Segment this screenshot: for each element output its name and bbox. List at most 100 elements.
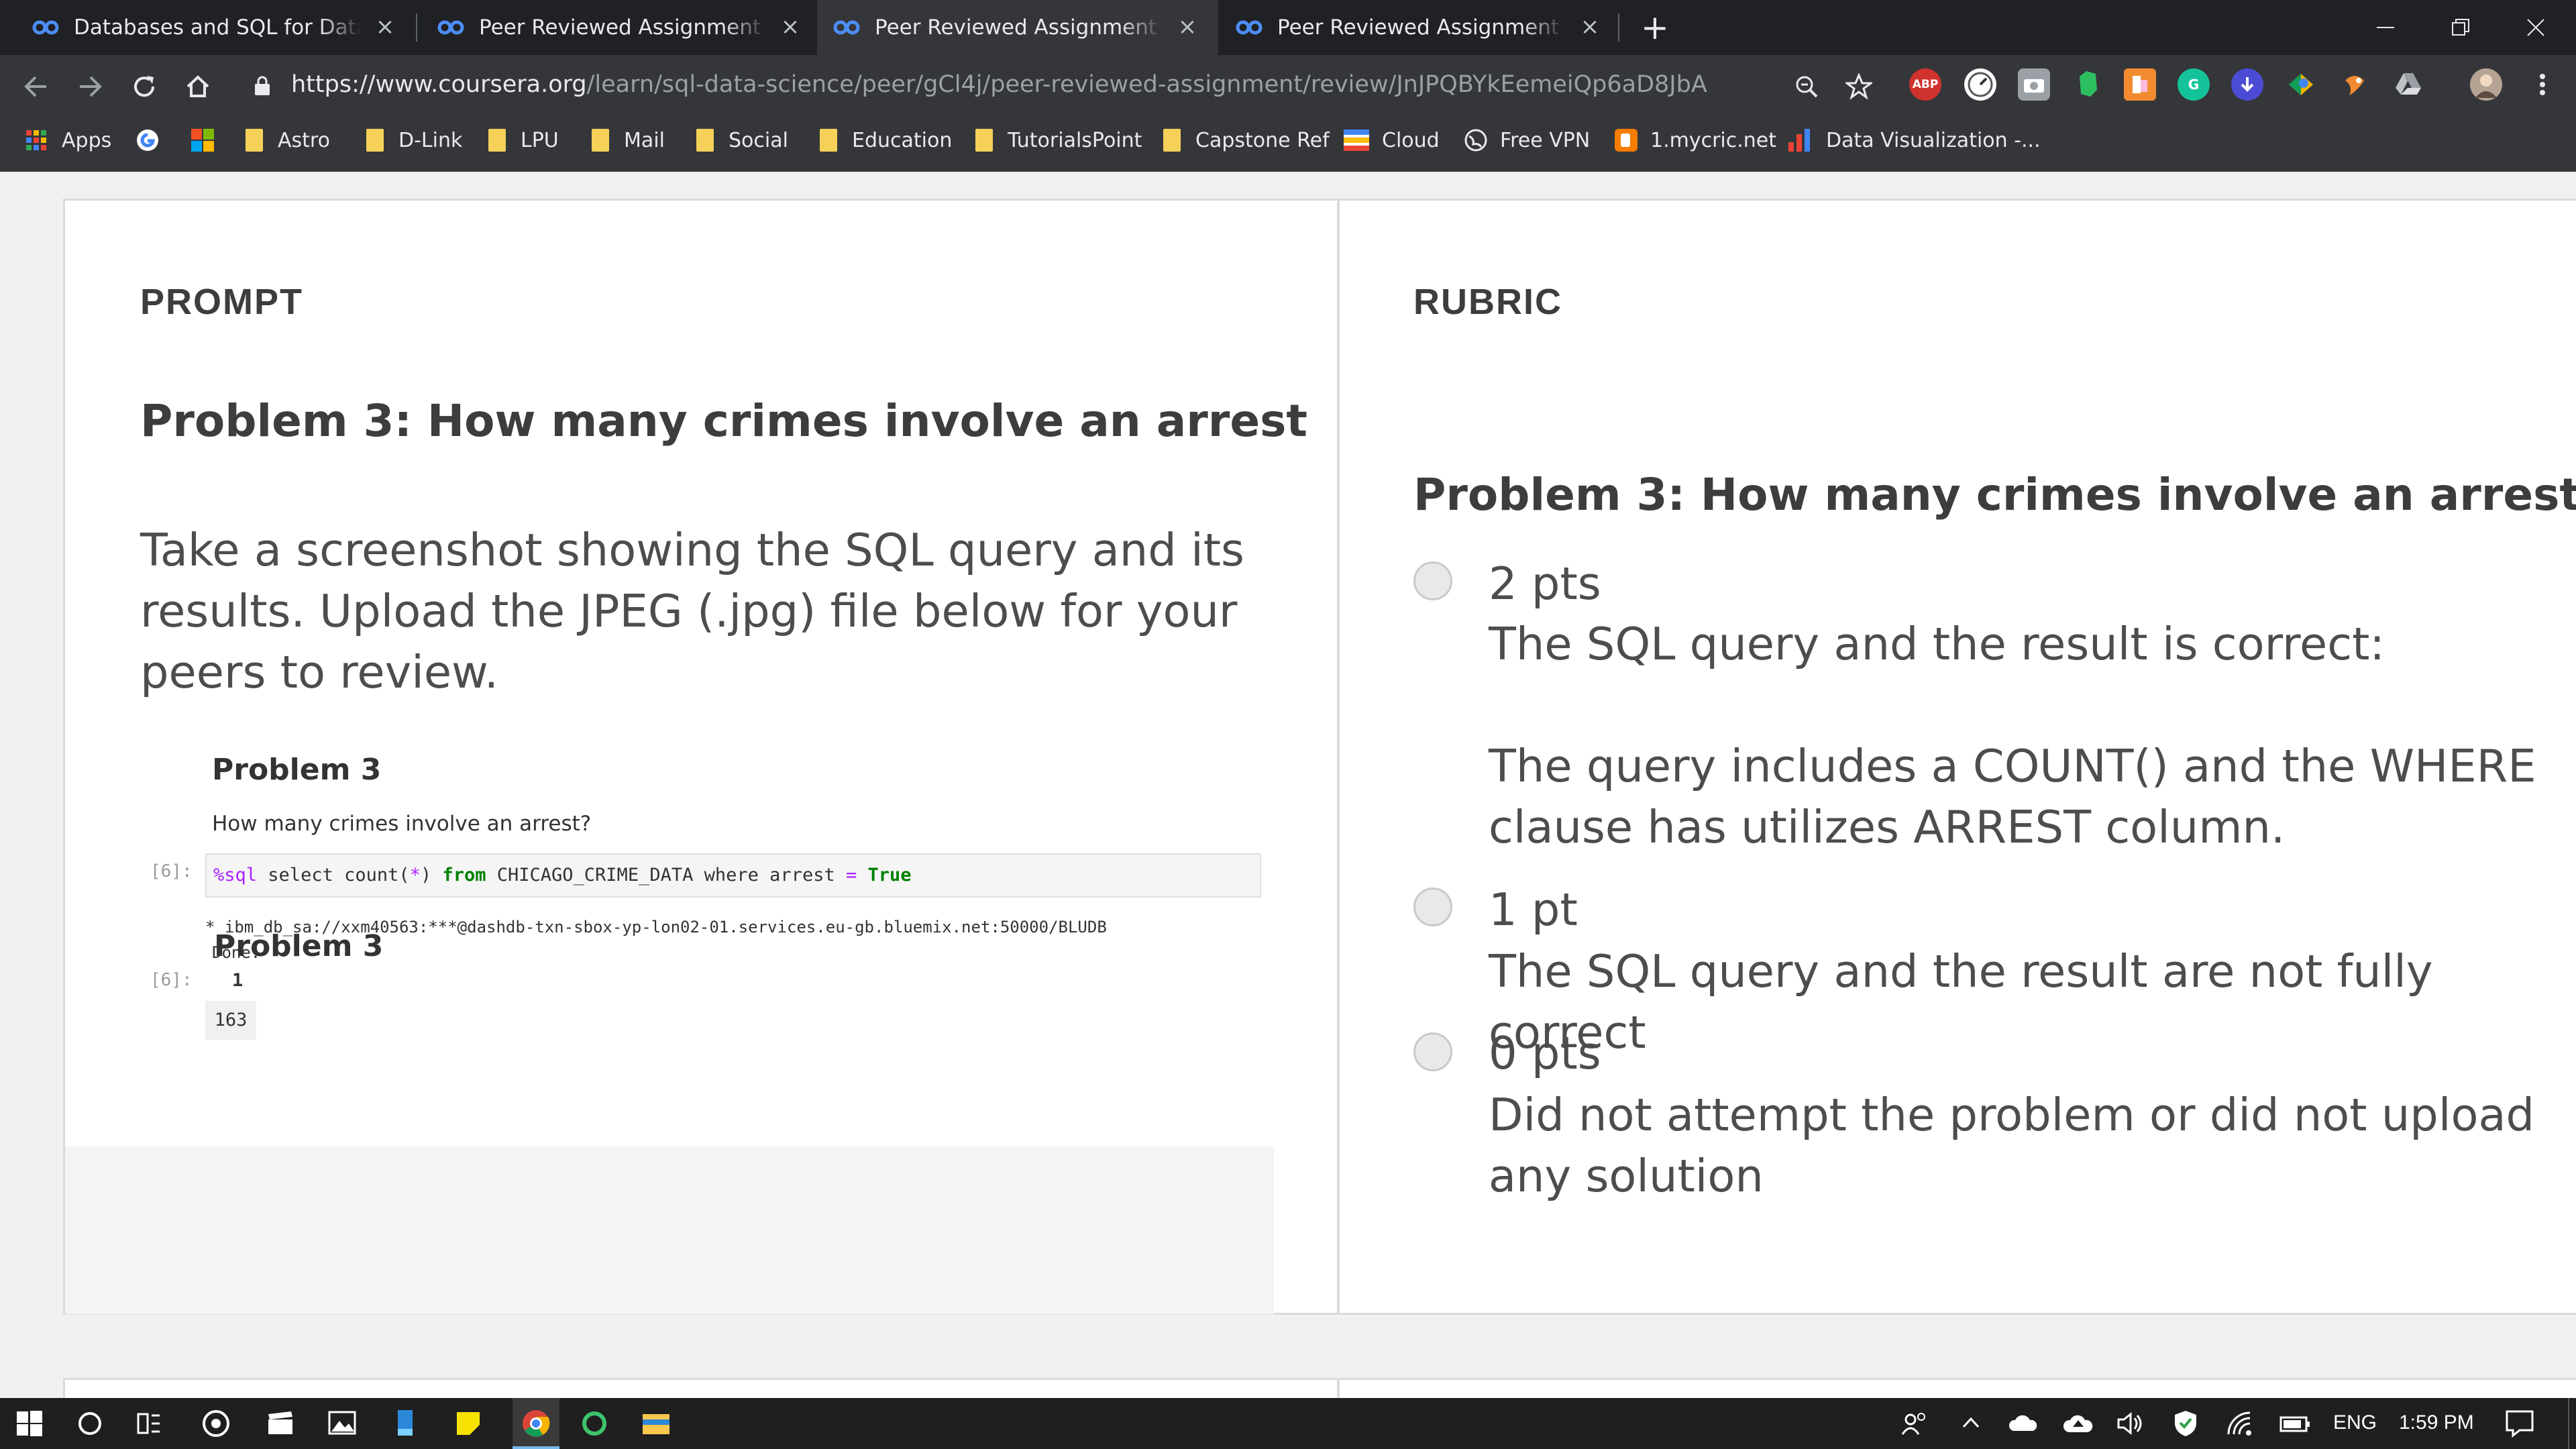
show-desktop-divider[interactable]: [2568, 1398, 2569, 1449]
close-tab-icon[interactable]: ×: [1175, 15, 1199, 39]
chrome-icon: [523, 1410, 550, 1437]
action-center-button[interactable]: [2502, 1406, 2537, 1441]
bookmark-folder-astro[interactable]: Astro: [246, 118, 330, 162]
wifi-icon: [2227, 1411, 2251, 1436]
apps-grid-icon: [26, 130, 46, 150]
bookmark-star-button[interactable]: [1841, 68, 1877, 105]
speed-dial-icon[interactable]: [1964, 68, 1996, 101]
start-button[interactable]: [12, 1406, 47, 1441]
rubric-card: RUBRIC Problem 3: How many crimes involv…: [1338, 199, 2576, 1315]
grammarly-icon[interactable]: G: [2178, 68, 2210, 101]
cloud-upload-button[interactable]: [2061, 1406, 2096, 1441]
battery-icon: [2279, 1416, 2310, 1432]
bar-chart-icon: [1788, 129, 1810, 152]
reload-button[interactable]: [126, 68, 162, 105]
home-button[interactable]: [180, 68, 216, 105]
bookmark-folder-lpu[interactable]: LPU: [488, 118, 559, 162]
folder-explorer-icon: [643, 1414, 669, 1434]
taskbar-app-document[interactable]: [388, 1406, 423, 1441]
input-language[interactable]: ENG: [2333, 1411, 2377, 1434]
bookmark-folder-tutorialspoint[interactable]: TutorialsPoint: [975, 118, 1142, 162]
onedrive-button[interactable]: [2006, 1406, 2041, 1441]
taskbar-app-file-explorer[interactable]: [639, 1406, 674, 1441]
tab-title: Peer Reviewed Assignment | Coursera: [1277, 15, 1566, 40]
restore-button[interactable]: [2427, 0, 2494, 55]
prompt-card: PROMPT Problem 3: How many crimes involv…: [63, 199, 1339, 1315]
close-window-button[interactable]: [2502, 0, 2569, 55]
rubric-problem-title: Problem 3: How many crimes involve an ar…: [1413, 469, 2576, 521]
google-translate-icon[interactable]: [2285, 68, 2317, 101]
google-drive-icon[interactable]: [2392, 68, 2424, 101]
volume-button[interactable]: [2113, 1406, 2148, 1441]
windows-taskbar: ENG 1:59 PM: [0, 1398, 2576, 1449]
profile-avatar[interactable]: [2470, 68, 2502, 101]
close-tab-icon[interactable]: ×: [778, 15, 802, 39]
bookmark-data-visualization[interactable]: Data Visualization -...: [1787, 118, 2041, 162]
close-tab-icon[interactable]: ×: [373, 15, 397, 39]
bookmark-google[interactable]: [136, 118, 160, 162]
bookmark-label: Mail: [624, 128, 665, 152]
bookmark-folder-mail[interactable]: Mail: [592, 118, 665, 162]
taskbar-app-sticky-notes[interactable]: [451, 1406, 486, 1441]
folder-icon: [975, 129, 993, 152]
show-hidden-icons-button[interactable]: [1953, 1406, 1988, 1441]
url-host: https://www.coursera.org: [291, 71, 587, 98]
rubric-radio-1pt[interactable]: [1413, 888, 1452, 926]
bookmark-folder-education[interactable]: Education: [820, 118, 952, 162]
cortana-search-button[interactable]: [72, 1406, 107, 1441]
chrome-menu-button[interactable]: [2526, 68, 2559, 101]
new-tab-button[interactable]: +: [1637, 9, 1673, 46]
tab-peer-review-3[interactable]: Peer Reviewed Assignment | Coursera ×: [1218, 0, 1619, 55]
address-bar[interactable]: https://www.coursera.org/learn/sql-data-…: [239, 64, 1902, 109]
bookmark-label: LPU: [521, 128, 559, 152]
security-button[interactable]: [2168, 1406, 2203, 1441]
taskbar-app-camera[interactable]: [199, 1406, 233, 1441]
evernote-icon[interactable]: [2072, 68, 2104, 101]
extension-bird-icon[interactable]: [2339, 68, 2371, 101]
adblock-plus-icon[interactable]: ABP: [1909, 68, 1941, 101]
bookmark-folder-capstone[interactable]: Capstone Ref: [1163, 118, 1330, 162]
tab-peer-review-1[interactable]: Peer Reviewed Assignment | Coursera ×: [416, 0, 817, 55]
zoom-button[interactable]: [1788, 68, 1825, 105]
bookmark-label: Apps: [62, 128, 112, 152]
coursera-favicon-icon: [832, 13, 861, 42]
tab-strip: Databases and SQL for Data Science × Pee…: [0, 0, 2576, 55]
clock[interactable]: 1:59 PM: [2399, 1411, 2474, 1434]
google-icon: [137, 129, 158, 151]
bookmark-apps[interactable]: Apps: [25, 118, 111, 162]
cloud-icon: [1344, 129, 1369, 151]
taskbar-app-chrome[interactable]: [513, 1398, 559, 1449]
folder-icon: [592, 129, 609, 152]
bookmark-free-vpn[interactable]: Free VPN: [1464, 118, 1590, 162]
people-button[interactable]: [1897, 1406, 1932, 1441]
close-tab-icon[interactable]: ×: [1578, 15, 1602, 39]
speaker-icon: [2117, 1411, 2142, 1436]
folder-icon: [246, 129, 263, 152]
taskbar-app-ring[interactable]: [577, 1406, 612, 1441]
task-view-button[interactable]: [131, 1406, 166, 1441]
minimize-button[interactable]: [2352, 0, 2419, 55]
url-path: /learn/sql-data-science/peer/gCl4j/peer-…: [586, 71, 1707, 98]
rubric-desc-0: Did not attempt the problem or did not u…: [1489, 1089, 2535, 1202]
forward-button[interactable]: [72, 68, 109, 105]
folder-icon: [820, 129, 837, 152]
bookmark-microsoft[interactable]: [191, 118, 215, 162]
bookmark-folder-social[interactable]: Social: [696, 118, 788, 162]
back-button[interactable]: [17, 68, 54, 105]
taskbar-app-photos[interactable]: [325, 1406, 360, 1441]
office-icon[interactable]: [2124, 68, 2156, 101]
tab-databases-sql[interactable]: Databases and SQL for Data Science ×: [0, 0, 401, 55]
download-icon[interactable]: [2231, 68, 2263, 101]
bookmark-cloud[interactable]: Cloud: [1343, 118, 1440, 162]
network-button[interactable]: [2223, 1406, 2258, 1441]
bookmark-folder-dlink[interactable]: D-Link: [366, 118, 462, 162]
camera-icon[interactable]: [2018, 68, 2050, 101]
tab-peer-review-active[interactable]: Peer Reviewed Assignment | Coursera ×: [817, 0, 1218, 55]
rubric-radio-2pts[interactable]: [1413, 561, 1452, 600]
battery-button[interactable]: [2278, 1406, 2313, 1441]
prompt-instructions: Take a screenshot showing the SQL query …: [140, 524, 1244, 698]
prompt-card-footer: [65, 1146, 1274, 1314]
taskbar-app-movies[interactable]: [263, 1406, 298, 1441]
rubric-radio-0pts[interactable]: [1413, 1032, 1452, 1071]
bookmark-mycric[interactable]: 1.mycric.net: [1614, 118, 1776, 162]
